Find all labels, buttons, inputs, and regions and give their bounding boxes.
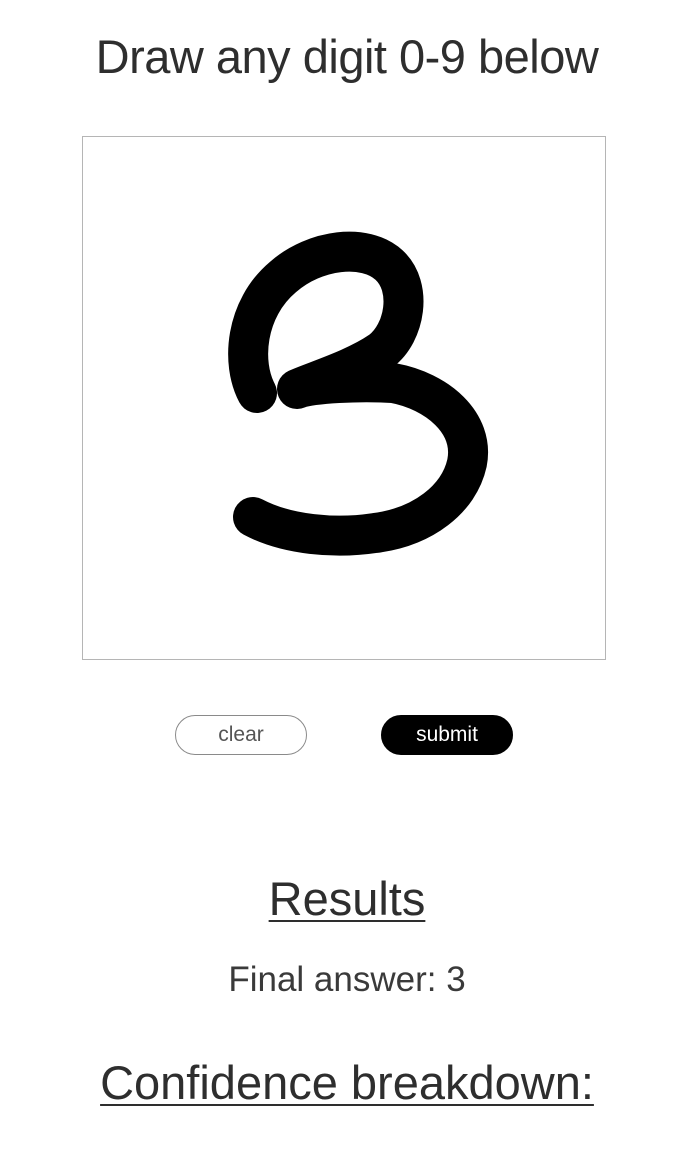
final-answer-text: Final answer: 3 (228, 960, 466, 999)
confidence-breakdown-heading-text: Confidence breakdown: (100, 1056, 594, 1109)
results-heading: Results (0, 870, 694, 928)
drawn-digit-stroke (228, 231, 489, 556)
results-heading-text: Results (268, 872, 426, 925)
drawing-canvas[interactable] (82, 136, 606, 660)
page-title: Draw any digit 0-9 below (95, 30, 599, 83)
clear-button[interactable]: clear (175, 715, 307, 755)
submit-button[interactable]: submit (381, 715, 513, 755)
confidence-breakdown-heading: Confidence breakdown: (0, 1054, 694, 1112)
